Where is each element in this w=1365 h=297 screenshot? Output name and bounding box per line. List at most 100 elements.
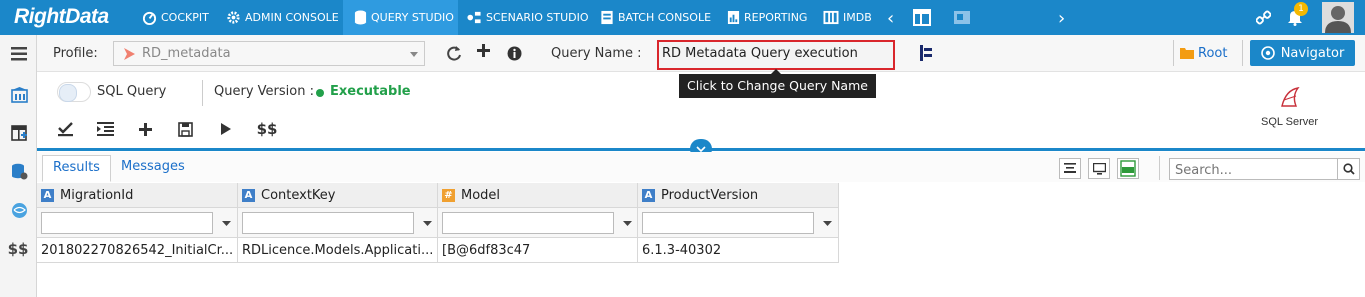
nav-item-label: ADMIN CONSOLE [245,11,339,24]
query-name-tooltip: Click to Change Query Name [679,69,876,98]
nav-scroll-right-icon[interactable]: › [1058,8,1065,29]
column-header-label: MigrationId [60,187,134,203]
table-cell[interactable]: RDLicence.Models.Applicati... [238,238,438,263]
sidebar-item-tables[interactable] [9,123,29,143]
data-view-icon[interactable] [953,10,971,29]
scenario-icon [467,11,481,24]
nav-item-admin-console[interactable]: ADMIN CONSOLE [226,0,339,35]
filter-dropdown[interactable] [618,212,636,234]
sidebar-item-dollar[interactable]: $$ [7,239,29,259]
dashboard-icon [142,11,157,25]
profile-label: Profile: [53,46,98,61]
info-icon[interactable] [507,46,522,65]
search-box [1169,158,1360,181]
filter-input[interactable] [442,212,614,234]
validate-icon[interactable] [56,120,74,138]
profile-select[interactable]: RD_metadata [113,41,425,66]
left-sidebar: $$ [0,35,37,297]
avatar[interactable] [1322,2,1354,33]
csv-export-icon[interactable] [1117,158,1139,179]
nav-item-scenario-studio[interactable]: SCENARIO STUDIO [466,0,589,35]
table-cell[interactable]: 6.1.3-40302 [638,238,839,263]
chevron-down-icon [410,52,418,57]
filter-input[interactable] [642,212,814,234]
column-header-contextkey[interactable]: A ContextKey [238,183,438,208]
query-flag-icon[interactable] [919,44,933,66]
profile-value: RD_metadata [142,46,231,61]
results-tabbar [37,152,1365,182]
sidebar-item-projects[interactable] [9,85,29,105]
gear-icon [227,11,240,24]
column-header-model[interactable]: # Model [438,183,638,208]
tools-divider [1159,156,1160,180]
app-logo: RightData [14,5,109,28]
filter-dropdown[interactable] [217,212,235,234]
query-table-icon[interactable] [913,9,931,30]
filter-input[interactable] [41,212,213,234]
chevron-down-icon [422,220,432,226]
sql-server-label: SQL Server [1261,116,1319,128]
root-label: Root [1198,45,1228,61]
table-cell[interactable]: 201802270826542_InitialCr... [37,238,238,263]
folder-icon [1180,48,1194,59]
table-cell[interactable]: [B@6df83c47 [438,238,638,263]
navigator-button[interactable]: Navigator [1250,40,1355,66]
search-input[interactable] [1170,160,1335,181]
nav-item-cockpit[interactable]: COCKPIT [142,0,209,35]
sql-query-toggle[interactable] [57,82,91,102]
nav-item-imdb[interactable]: IMDB [823,0,872,35]
nav-item-label: IMDB [843,11,872,24]
sidebar-item-scenarios[interactable] [9,200,29,220]
sidebar-item-datasources[interactable] [9,161,29,181]
nav-item-label: REPORTING [744,11,808,24]
nav-item-label: QUERY STUDIO [371,11,454,24]
nav-item-query-studio[interactable]: QUERY STUDIO [343,0,458,35]
tab-messages[interactable]: Messages [111,155,195,182]
chevron-down-icon [221,220,231,226]
top-navigation-bar: RightData COCKPIT ADMIN CONSOLE QUERY ST… [0,0,1365,35]
query-name-field[interactable]: RD Metadata Query execution [657,40,895,70]
batch-icon [601,10,613,25]
imdb-icon [823,10,839,25]
search-button[interactable] [1337,159,1359,179]
run-icon[interactable] [216,120,234,138]
toolbar-divider [1242,40,1243,66]
nav-scroll-left-icon[interactable]: ‹ [887,8,894,29]
refresh-icon[interactable] [446,45,462,65]
column-type-badge: A [642,188,655,202]
link-icon[interactable] [1255,10,1272,29]
monitor-icon[interactable] [1088,158,1110,179]
add-icon[interactable] [476,43,491,62]
parameters-button[interactable]: $$ [256,120,278,138]
search-icon [1342,163,1355,175]
query-version-status: Executable [330,84,411,99]
navigator-label: Navigator [1280,45,1345,61]
table-add-icon [10,125,27,141]
report-icon [727,11,740,24]
nav-item-reporting[interactable]: REPORTING [727,0,807,35]
compass-icon [1260,46,1275,60]
database-icon [354,10,367,25]
column-header-label: ContextKey [261,187,336,203]
globe-icon [11,202,27,218]
column-header-migrationid[interactable]: A MigrationId [37,183,238,208]
save-icon[interactable] [176,120,194,138]
filter-input[interactable] [242,212,414,234]
tab-results[interactable]: Results [42,155,111,182]
sql-server-logo: SQL Server [1258,86,1322,132]
indent-icon[interactable] [96,120,114,138]
align-rows-icon[interactable] [1059,158,1081,179]
add-query-icon[interactable] [136,120,154,138]
nav-item-batch-console[interactable]: BATCH CONSOLE [600,0,711,35]
menu-icon[interactable] [9,44,29,64]
root-button[interactable]: Root [1180,41,1236,65]
notification-badge: 1 [1294,2,1308,16]
filter-dropdown[interactable] [418,212,436,234]
column-header-productversion[interactable]: A ProductVersion [638,183,839,208]
filter-cell-productversion [638,208,839,238]
filter-cell-migrationid [37,208,238,238]
filter-dropdown[interactable] [818,212,836,234]
column-type-badge: A [41,188,54,202]
column-header-label: Model [461,187,501,203]
sql-query-label: SQL Query [97,84,167,99]
